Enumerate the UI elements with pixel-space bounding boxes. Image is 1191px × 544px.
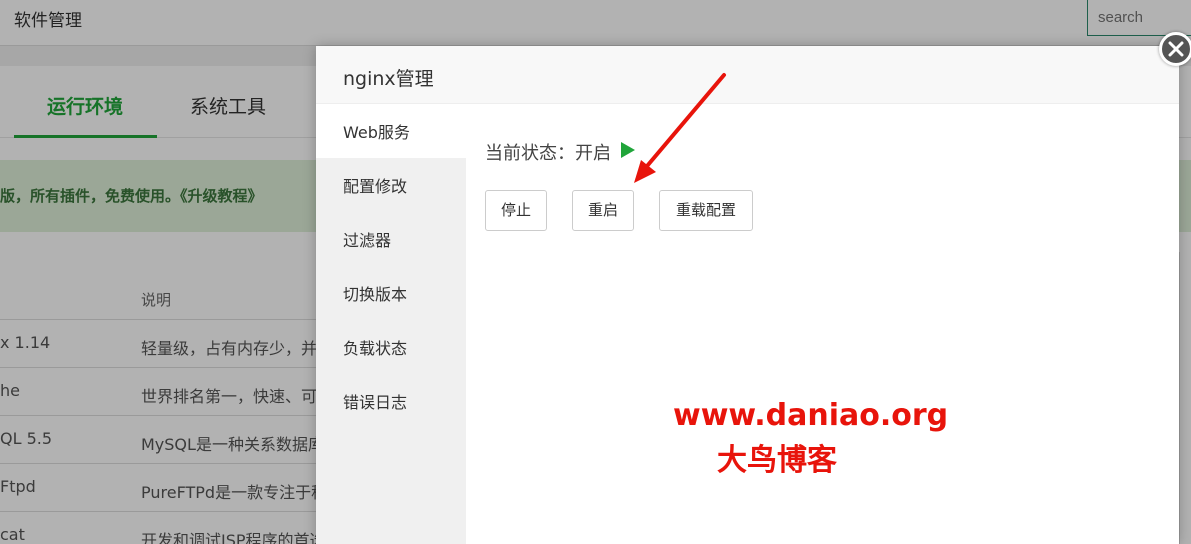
restart-button[interactable]: 重启 [572,190,634,231]
nav-item-label: 过滤器 [343,231,392,250]
reload-config-button[interactable]: 重载配置 [659,190,753,231]
stop-button[interactable]: 停止 [485,190,547,231]
status-label: 当前状态：开启 [485,143,611,164]
watermark-name: 大鸟博客 [717,443,837,478]
nav-item-label: 配置修改 [343,177,408,196]
nav-item-switch-version[interactable]: 切换版本 [316,266,466,320]
nav-item-label: 切换版本 [343,285,408,304]
nav-item-label: Web服务 [343,123,410,142]
nav-item-label: 负载状态 [343,339,408,358]
close-icon[interactable] [1159,32,1191,66]
nav-item-label: 错误日志 [343,393,408,412]
nav-item-web-service[interactable]: Web服务 [316,104,466,158]
watermark-url: www.daniao.org [673,398,949,433]
play-icon [620,141,635,163]
nav-item-error-log[interactable]: 错误日志 [316,374,466,428]
nav-item-filter[interactable]: 过滤器 [316,212,466,266]
dialog-header: nginx管理 [316,46,1179,104]
nav-item-load-status[interactable]: 负载状态 [316,320,466,374]
service-status: 当前状态：开启 [485,139,635,165]
dialog-side-nav: Web服务 配置修改 过滤器 切换版本 负载状态 错误日志 [316,104,466,544]
nav-item-config-edit[interactable]: 配置修改 [316,158,466,212]
dialog-title: nginx管理 [343,68,434,90]
